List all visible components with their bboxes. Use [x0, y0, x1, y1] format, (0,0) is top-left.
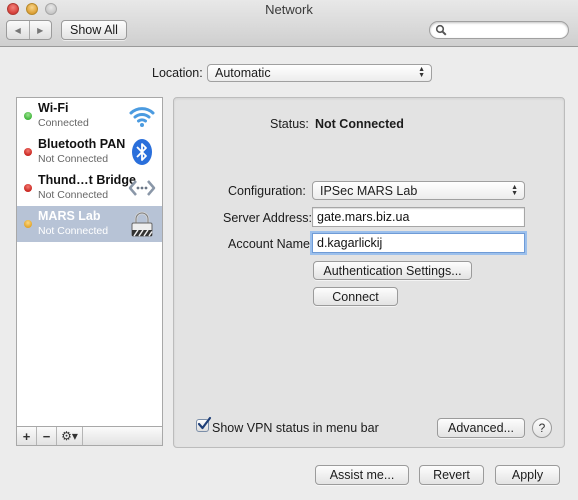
- show-vpn-status-label[interactable]: Show VPN status in menu bar: [212, 421, 379, 435]
- thunderbolt-bridge-icon: [128, 180, 156, 196]
- service-name: Wi-Fi: [38, 101, 69, 115]
- advanced-button[interactable]: Advanced...: [437, 418, 525, 438]
- apply-button[interactable]: Apply: [495, 465, 560, 485]
- status-dot: [24, 184, 32, 192]
- server-address-field[interactable]: gate.mars.biz.ua: [312, 207, 525, 227]
- status-label: Status:: [270, 117, 309, 131]
- gear-icon[interactable]: ⚙▾: [57, 427, 83, 445]
- back-forward-control: ◀ ▶: [6, 20, 52, 40]
- service-item-mars-lab[interactable]: MARS Lab Not Connected: [17, 206, 162, 242]
- account-name-label: Account Name:: [228, 237, 314, 251]
- status-dot: [24, 220, 32, 228]
- service-list: Wi-Fi Connected Bluetooth PAN Not Connec…: [16, 97, 163, 427]
- search-input[interactable]: [429, 21, 569, 39]
- service-name: Thund…t Bridge: [38, 173, 136, 187]
- status-dot: [24, 112, 32, 120]
- status-value: Not Connected: [315, 117, 404, 131]
- assist-me-button[interactable]: Assist me...: [315, 465, 409, 485]
- service-name: MARS Lab: [38, 209, 101, 223]
- service-status: Not Connected: [38, 189, 109, 201]
- configuration-label: Configuration:: [228, 184, 306, 198]
- popup-arrows-icon: ▲ ▼: [511, 183, 518, 197]
- add-service-button[interactable]: +: [17, 427, 37, 445]
- service-status: Not Connected: [38, 153, 109, 165]
- service-item-bluetooth-pan[interactable]: Bluetooth PAN Not Connected: [17, 134, 162, 170]
- location-popup[interactable]: Automatic ▲ ▼: [207, 64, 432, 82]
- revert-button[interactable]: Revert: [419, 465, 484, 485]
- popup-arrows-icon: ▲ ▼: [418, 66, 425, 79]
- show-vpn-status-checkbox[interactable]: [196, 416, 212, 432]
- service-status: Connected: [38, 117, 89, 129]
- checkmark-icon: [197, 416, 212, 430]
- bluetooth-icon: [132, 139, 152, 165]
- show-all-button[interactable]: Show All: [61, 20, 127, 40]
- service-list-toolbar: + − ⚙▾: [16, 427, 163, 446]
- authentication-settings-button[interactable]: Authentication Settings...: [313, 261, 472, 280]
- back-button[interactable]: ◀: [7, 21, 29, 39]
- status-dot: [24, 148, 32, 156]
- configuration-popup[interactable]: IPSec MARS Lab ▲ ▼: [312, 181, 525, 200]
- connect-button[interactable]: Connect: [313, 287, 398, 306]
- remove-service-button[interactable]: −: [37, 427, 57, 445]
- service-item-wifi[interactable]: Wi-Fi Connected: [17, 98, 162, 134]
- help-button[interactable]: ?: [532, 418, 552, 438]
- wifi-icon: [129, 107, 155, 127]
- service-status: Not Connected: [38, 225, 109, 237]
- account-name-field[interactable]: d.kagarlickij: [312, 233, 525, 253]
- window-titlebar: Network ◀ ▶ Show All: [0, 0, 578, 47]
- configuration-value: IPSec MARS Lab: [320, 183, 418, 198]
- service-item-thunderbolt-bridge[interactable]: Thund…t Bridge Not Connected: [17, 170, 162, 206]
- server-address-label: Server Address:: [223, 211, 312, 225]
- location-label: Location:: [152, 66, 203, 80]
- location-value: Automatic: [215, 66, 271, 80]
- service-name: Bluetooth PAN: [38, 137, 126, 151]
- vpn-lock-icon: [131, 211, 153, 237]
- window-title: Network: [265, 2, 313, 17]
- search-icon: [435, 24, 447, 36]
- forward-button[interactable]: ▶: [28, 21, 52, 39]
